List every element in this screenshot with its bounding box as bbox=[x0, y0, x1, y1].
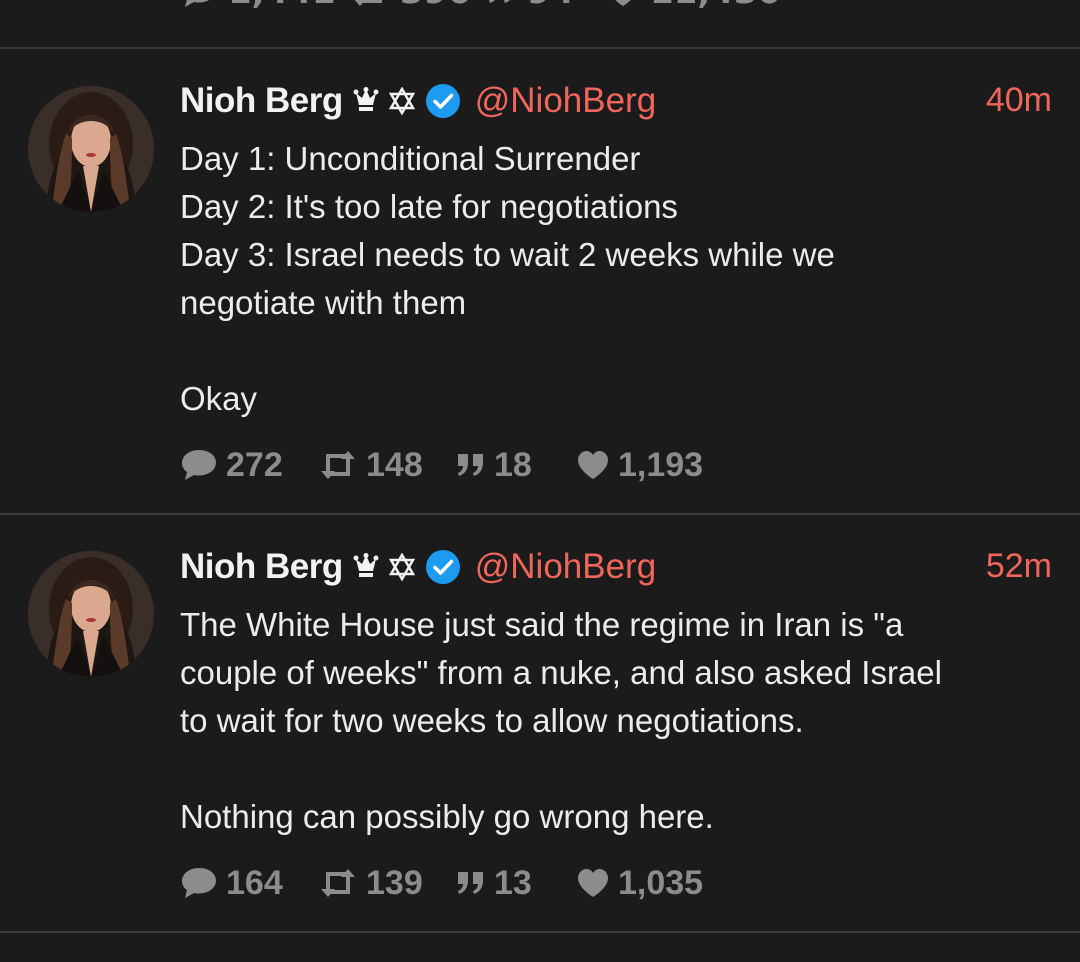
reply-action[interactable]: 1,441 bbox=[180, 0, 336, 12]
display-name[interactable]: Nioh Berg bbox=[180, 547, 343, 587]
tweet-text-line: Day 1: Unconditional Surrender bbox=[180, 140, 641, 177]
heart-icon bbox=[576, 868, 610, 898]
reply-action[interactable]: 272 bbox=[180, 445, 283, 485]
crown-icon bbox=[353, 553, 379, 581]
tweet-header: Nioh Berg @NiohBerg bbox=[180, 81, 656, 121]
tweet-text: The White House just said the regime in … bbox=[180, 601, 1050, 841]
retweet-action[interactable]: 396 bbox=[350, 0, 471, 12]
like-count: 11,430 bbox=[650, 0, 781, 12]
divider bbox=[0, 931, 1080, 933]
display-name[interactable]: Nioh Berg bbox=[180, 81, 343, 121]
retweet-count: 396 bbox=[400, 0, 471, 12]
like-count: 1,035 bbox=[618, 863, 704, 902]
tweet-text-line: Day 2: It's too late for negotiations bbox=[180, 188, 678, 225]
heart-icon bbox=[606, 0, 640, 7]
reply-bubble-icon bbox=[180, 448, 218, 482]
quote-icon bbox=[456, 452, 486, 478]
tweet-text-line: Okay bbox=[180, 380, 258, 417]
quote-action[interactable]: 13 bbox=[456, 863, 532, 903]
retweet-action[interactable]: 139 bbox=[318, 863, 423, 903]
like-action[interactable]: 11,430 bbox=[606, 0, 781, 12]
user-handle[interactable]: @NiohBerg bbox=[475, 81, 656, 121]
retweet-icon bbox=[318, 450, 358, 480]
reply-action[interactable]: 164 bbox=[180, 863, 283, 903]
quote-action[interactable]: 18 bbox=[456, 445, 532, 485]
verified-check-icon bbox=[425, 83, 461, 119]
tweet-text-line: negotiate with them bbox=[180, 284, 467, 321]
tweet-text: Day 1: Unconditional Surrender Day 2: It… bbox=[180, 135, 1050, 423]
retweet-action[interactable]: 148 bbox=[318, 445, 423, 485]
reply-count: 164 bbox=[226, 863, 283, 902]
retweet-icon bbox=[350, 0, 390, 7]
timestamp[interactable]: 40m bbox=[986, 81, 1052, 120]
retweet-icon bbox=[318, 868, 358, 898]
reply-count: 272 bbox=[226, 445, 283, 484]
retweet-count: 148 bbox=[366, 445, 423, 484]
star-of-david-icon bbox=[388, 87, 415, 115]
tweet-header: Nioh Berg @NiohBerg bbox=[180, 547, 656, 587]
tweet-text-line: to wait for two weeks to allow negotiati… bbox=[180, 702, 804, 739]
like-action[interactable]: 1,193 bbox=[576, 445, 703, 485]
like-count: 1,193 bbox=[618, 445, 704, 484]
quote-action[interactable]: 94 bbox=[487, 0, 574, 12]
tweet-text-line: couple of weeks" from a nuke, and also a… bbox=[180, 654, 942, 691]
user-handle[interactable]: @NiohBerg bbox=[475, 547, 656, 587]
divider bbox=[0, 513, 1080, 515]
timeline: 1,441 396 94 11,430 bbox=[0, 0, 1080, 962]
reply-count: 1,441 bbox=[228, 0, 336, 12]
quote-icon bbox=[487, 0, 517, 5]
divider bbox=[0, 47, 1080, 49]
crown-icon bbox=[353, 87, 379, 115]
previous-tweet-actions: 1,441 396 94 11,430 bbox=[0, 0, 1080, 20]
avatar[interactable] bbox=[28, 551, 154, 677]
quote-count: 13 bbox=[494, 863, 532, 902]
timestamp[interactable]: 52m bbox=[986, 547, 1052, 586]
tweet-text-line: Day 3: Israel needs to wait 2 weeks whil… bbox=[180, 236, 835, 273]
retweet-count: 139 bbox=[366, 863, 423, 902]
reply-bubble-icon bbox=[180, 866, 218, 900]
like-action[interactable]: 1,035 bbox=[576, 863, 703, 903]
tweet-text-line: Nothing can possibly go wrong here. bbox=[180, 798, 714, 835]
quote-count: 94 bbox=[527, 0, 574, 12]
quote-count: 18 bbox=[494, 445, 532, 484]
reply-bubble-icon bbox=[180, 0, 218, 9]
star-of-david-icon bbox=[388, 553, 415, 581]
tweet-text-line: The White House just said the regime in … bbox=[180, 606, 904, 643]
heart-icon bbox=[576, 450, 610, 480]
quote-icon bbox=[456, 870, 486, 896]
verified-check-icon bbox=[425, 549, 461, 585]
avatar[interactable] bbox=[28, 86, 154, 212]
